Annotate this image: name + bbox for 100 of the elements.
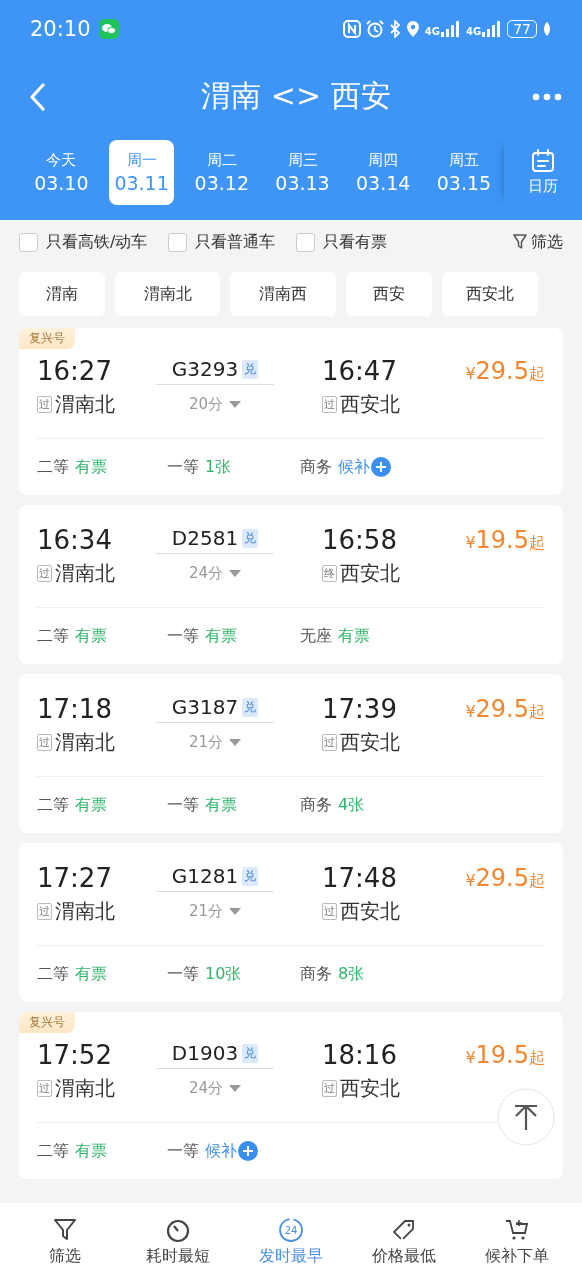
train-number: G3293 <box>171 357 239 381</box>
station-name: 渭南北 <box>55 390 115 418</box>
bluetooth-icon <box>388 20 401 38</box>
price: ¥19.5起 <box>465 1041 545 1069</box>
station-chip[interactable]: 渭南北 <box>115 272 220 316</box>
train-card[interactable]: 17:27 G1281 兑 17:48 ¥29.5起 过 渭南北 21分 过 西安北 二等 有票 一等 10张 商务 8张 <box>19 843 563 1002</box>
add-icon[interactable] <box>371 457 391 477</box>
train-number: D1903 <box>171 1041 239 1065</box>
arrival-time: 16:47 <box>321 356 398 386</box>
station-chip[interactable]: 渭南西 <box>230 272 336 316</box>
nfc-icon <box>342 20 361 38</box>
seat-status: 10张 <box>205 963 242 985</box>
train-number: G1281 <box>171 864 239 888</box>
seat-class: 商务 <box>300 794 332 816</box>
nav-tab[interactable]: 耗时最短 <box>122 1216 233 1267</box>
station-name: 西安北 <box>340 728 400 756</box>
calendar-icon <box>531 148 556 173</box>
stop-mark: 过 <box>37 902 52 920</box>
train-type-badge: 复兴号 <box>19 328 75 349</box>
alarm-icon <box>365 20 384 38</box>
station-chip[interactable]: 渭南 <box>19 272 105 316</box>
seat-status: 有票 <box>75 1140 107 1162</box>
filter-icon <box>513 234 527 250</box>
dropdown-icon <box>229 907 242 915</box>
signal-icon <box>441 21 461 37</box>
signal-icon <box>482 21 503 37</box>
stop-mark: 过 <box>37 564 52 582</box>
station-chip[interactable]: 西安 <box>346 272 432 316</box>
train-card[interactable]: 复兴号 17:52 D1903 兑 18:16 ¥19.5起 过 渭南北 24分 过 西安北 二等 有票 一等 候补 <box>19 1012 563 1179</box>
dropdown-icon <box>229 569 242 577</box>
seat-class: 二等 <box>37 456 69 478</box>
station-name: 西安北 <box>340 897 400 925</box>
add-icon[interactable] <box>238 1141 258 1161</box>
seat-status: 有票 <box>75 794 107 816</box>
price: ¥29.5起 <box>465 864 545 892</box>
stop-mark: 过 <box>322 1079 337 1097</box>
seat-class: 一等 <box>167 794 199 816</box>
checkbox-label[interactable]: 只看高铁/动车 <box>46 231 148 253</box>
departure-time: 17:18 <box>37 694 113 724</box>
seat-status: 1张 <box>205 456 232 478</box>
arrival-time: 18:16 <box>321 1040 398 1070</box>
checkbox[interactable] <box>296 232 316 252</box>
dropdown-icon <box>229 1084 242 1092</box>
seat-class: 商务 <box>300 456 332 478</box>
checkbox[interactable] <box>168 232 188 252</box>
nav-tab[interactable]: 筛选 <box>9 1216 120 1267</box>
stop-mark: 过 <box>37 395 52 413</box>
more-icon[interactable] <box>532 92 562 101</box>
seat-status: 有票 <box>205 625 237 647</box>
redeem-tag: 兑 <box>242 1043 259 1063</box>
station-name: 渭南北 <box>55 897 115 925</box>
scroll-top-button[interactable] <box>497 1088 555 1146</box>
nav-tab[interactable]: 候补下单 <box>462 1216 573 1267</box>
train-type-badge: 复兴号 <box>19 1012 75 1033</box>
leaf-icon <box>542 21 552 37</box>
departure-time: 16:34 <box>37 525 113 555</box>
stop-mark: 过 <box>322 902 337 920</box>
dropdown-icon <box>229 738 242 746</box>
filter-button[interactable]: 筛选 <box>513 231 563 253</box>
station-name: 渭南北 <box>55 728 115 756</box>
checkbox-label[interactable]: 只看普通车 <box>195 231 276 253</box>
station-name: 西安北 <box>340 390 400 418</box>
departure-time: 17:52 <box>37 1040 113 1070</box>
station-name: 渭南北 <box>55 1074 115 1102</box>
train-card[interactable]: 复兴号 16:27 G3293 兑 16:47 ¥29.5起 过 渭南北 20分 过 西安北 二等 有票 一等 1张 商务 候补 <box>19 328 563 495</box>
seat-status: 有票 <box>205 794 237 816</box>
dropdown-icon <box>229 400 242 408</box>
nav-tab[interactable]: 价格最低 <box>349 1216 460 1267</box>
battery-indicator: 77 <box>507 20 537 38</box>
redeem-tag: 兑 <box>242 359 259 379</box>
seat-class: 一等 <box>167 456 199 478</box>
checkbox[interactable] <box>19 232 38 252</box>
station-chip[interactable]: 西安北 <box>442 272 538 316</box>
stop-mark: 终 <box>322 564 337 582</box>
seat-class: 一等 <box>167 625 199 647</box>
seat-class: 商务 <box>300 963 332 985</box>
train-number: G3187 <box>171 695 239 719</box>
network-label: 4G <box>466 26 482 37</box>
status-time: 20:10 <box>30 17 91 41</box>
arrival-time: 17:39 <box>321 694 398 724</box>
arrival-time: 17:48 <box>321 863 398 893</box>
network-label: 4G <box>424 26 440 37</box>
stop-mark: 过 <box>322 733 337 751</box>
departure-time: 16:27 <box>37 356 113 386</box>
station-name: 渭南北 <box>55 559 115 587</box>
redeem-tag: 兑 <box>242 697 259 717</box>
stop-mark: 过 <box>322 395 337 413</box>
checkbox-label[interactable]: 只看有票 <box>323 231 388 253</box>
seat-status: 4张 <box>338 794 365 816</box>
departure-time: 17:27 <box>37 863 113 893</box>
arrival-time: 16:58 <box>321 525 398 555</box>
redeem-tag: 兑 <box>242 866 259 886</box>
train-card[interactable]: 17:18 G3187 兑 17:39 ¥29.5起 过 渭南北 21分 过 西安北 二等 有票 一等 有票 商务 4张 <box>19 674 563 833</box>
seat-status: 有票 <box>75 625 107 647</box>
station-name: 西安北 <box>340 559 400 587</box>
train-card[interactable]: 16:34 D2581 兑 16:58 ¥19.5起 过 渭南北 24分 终 西安北 二等 有票 一等 有票 无座 有票 <box>19 505 563 664</box>
seat-class: 二等 <box>37 1140 69 1162</box>
price: ¥29.5起 <box>465 357 545 385</box>
redeem-tag: 兑 <box>242 528 259 548</box>
seat-status: 8张 <box>338 963 365 985</box>
